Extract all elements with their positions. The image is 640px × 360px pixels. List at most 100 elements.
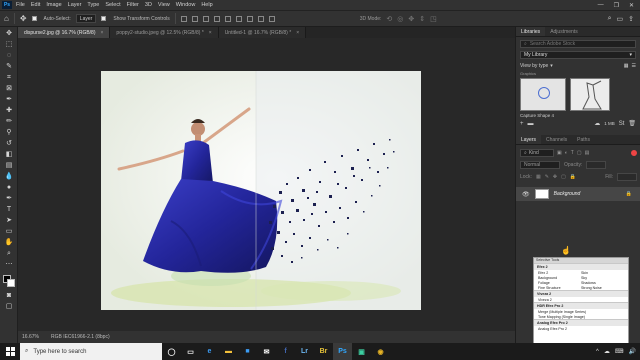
mail-icon[interactable]: ✉ (257, 343, 276, 360)
filter-type-icon[interactable]: T (571, 150, 574, 156)
task-view-icon[interactable]: ▭ (181, 343, 200, 360)
distribute-icon[interactable] (268, 15, 275, 22)
edge-icon[interactable]: e (200, 343, 219, 360)
bridge-icon[interactable]: Br (314, 343, 333, 360)
move-tool-icon[interactable]: ✥ (20, 14, 27, 23)
crop-tool-icon[interactable]: ⌗ (4, 73, 14, 83)
capture-icon[interactable]: ▣ (352, 343, 371, 360)
more-tools-icon[interactable]: ⋯ (4, 260, 14, 270)
3d-rotate-icon[interactable]: ⟲ (386, 15, 392, 23)
volume-icon[interactable]: 🔊 (629, 348, 636, 355)
menu-3d[interactable]: 3D (145, 2, 152, 8)
auto-select-dropdown[interactable]: Layer (75, 14, 97, 23)
plugin-option[interactable]: Tone Mapping (Single Image) (538, 315, 624, 319)
tab-channels[interactable]: Channels (541, 135, 572, 144)
onedrive-icon[interactable]: ☁ (604, 348, 610, 355)
chevron-down-icon[interactable]: ▾ (550, 63, 553, 69)
brush-tool-icon[interactable]: ✏ (4, 117, 14, 127)
view-by-label[interactable]: View by type (520, 63, 548, 69)
quick-select-tool-icon[interactable]: ✎ (4, 62, 14, 72)
opacity-input[interactable] (586, 161, 607, 169)
distribute-icon[interactable] (257, 15, 264, 22)
align-icon[interactable] (191, 15, 198, 22)
lock-artboard-icon[interactable]: ▢ (561, 174, 566, 180)
tray-expand-icon[interactable]: ^ (596, 349, 599, 355)
eraser-tool-icon[interactable]: ◧ (4, 150, 14, 160)
section-analog-efex-pro-2[interactable]: Analog Efex Pro 2 (534, 319, 628, 326)
close-window-button[interactable]: ✕ (629, 2, 634, 9)
library-item[interactable] (570, 78, 610, 111)
3d-roll-icon[interactable]: ◎ (397, 15, 403, 23)
dodge-tool-icon[interactable]: ● (4, 183, 14, 193)
plugin-option[interactable]: Skin (581, 271, 624, 275)
move-tool-icon[interactable]: ✥ (4, 29, 14, 39)
menu-filter[interactable]: Filter (127, 2, 139, 8)
zoom-tool-icon[interactable]: ⌕ (4, 249, 14, 259)
cortana-icon[interactable]: ◯ (162, 343, 181, 360)
facebook-icon[interactable]: f (276, 343, 295, 360)
section-viveza-2[interactable]: Viveza 2 (534, 290, 628, 297)
menu-file[interactable]: File (16, 2, 25, 8)
add-icon[interactable]: + (520, 121, 524, 127)
plugin-option[interactable]: Viveza 2 (538, 298, 624, 302)
lock-paint-icon[interactable]: ✎ (545, 174, 549, 180)
rectangle-tool-icon[interactable]: ▭ (4, 227, 14, 237)
tab-layers[interactable]: Layers (516, 135, 542, 144)
grid-view-icon[interactable]: ▦ (624, 63, 629, 69)
marquee-tool-icon[interactable]: ⬚ (4, 40, 14, 50)
filter-toggle-icon[interactable] (631, 150, 637, 156)
canvas-area[interactable] (18, 38, 515, 331)
close-tab-icon[interactable]: × (101, 30, 104, 36)
filter-pixel-icon[interactable]: ▣ (557, 150, 562, 156)
auto-select-checkbox[interactable] (31, 16, 37, 21)
plugin-option[interactable]: Analog Efex Pro 2 (538, 327, 624, 331)
tab-adjustments[interactable]: Adjustments (545, 27, 583, 36)
plugin-option[interactable]: Efex 2 (538, 271, 581, 275)
plugin-option[interactable]: Strong Noise (581, 286, 624, 290)
filter-adjust-icon[interactable]: ◐ (565, 150, 568, 156)
menu-view[interactable]: View (158, 2, 170, 8)
taskbar-search-input[interactable]: ⌕ Type here to search (20, 343, 162, 360)
stock-search-input[interactable]: ⌕ Search Adobe Stock (520, 40, 636, 48)
3d-scale-icon[interactable]: ◳ (430, 15, 437, 23)
align-icon[interactable] (235, 15, 242, 22)
transform-controls-checkbox[interactable] (101, 16, 107, 21)
screen-mode-icon[interactable]: ▢ (4, 302, 14, 312)
plugin-option[interactable]: Background (538, 276, 581, 280)
lightroom-icon[interactable]: Lr (295, 343, 314, 360)
file-explorer-icon[interactable]: ▬ (219, 343, 238, 360)
filter-smart-icon[interactable]: ▤ (585, 150, 590, 156)
document-canvas[interactable] (101, 71, 421, 310)
section-efex-2[interactable]: Efex 2 (534, 263, 628, 270)
3d-pan-icon[interactable]: ✥ (408, 15, 414, 23)
visibility-eye-icon[interactable]: 👁 (522, 191, 530, 198)
layer-kind-filter[interactable]: ⌕ Kind (520, 149, 554, 157)
healing-brush-tool-icon[interactable]: ✚ (4, 106, 14, 116)
blur-tool-icon[interactable]: 💧 (4, 172, 14, 182)
menu-help[interactable]: Help (201, 2, 212, 8)
tab-untitled-1[interactable]: Untitled-1 @ 16.7% (RGB/8) * × (218, 27, 307, 38)
cloud-icon[interactable]: ☁ (594, 120, 600, 127)
lasso-tool-icon[interactable]: ◌ (4, 51, 14, 61)
align-icon[interactable] (224, 15, 231, 22)
section-hdr-efex-pro-2[interactable]: HDR Efex Pro 2 (534, 302, 628, 309)
photoshop-icon[interactable]: Ps (333, 343, 352, 360)
plugin-option[interactable]: Sky (581, 276, 624, 280)
filter-shape-icon[interactable]: ▢ (577, 150, 582, 156)
distribute-icon[interactable] (246, 15, 253, 22)
library-item[interactable] (520, 78, 566, 111)
plugin-option[interactable]: Fine Structure (538, 286, 581, 290)
lock-move-icon[interactable]: ✥ (553, 174, 557, 180)
gradient-tool-icon[interactable]: ▤ (4, 161, 14, 171)
clone-stamp-tool-icon[interactable]: ⚲ (4, 128, 14, 138)
align-icon[interactable] (202, 15, 209, 22)
fill-input[interactable] (617, 173, 637, 181)
align-icon[interactable] (180, 15, 187, 22)
menu-select[interactable]: Select (105, 2, 120, 8)
library-select[interactable]: My Library ▾ (520, 51, 636, 59)
search-icon[interactable]: ⌕ (608, 15, 612, 23)
list-view-icon[interactable]: ☰ (632, 63, 636, 69)
minimize-button[interactable]: — (598, 2, 604, 9)
trash-icon[interactable]: 🗑 (628, 120, 636, 127)
workspace-icon[interactable]: ▭ (617, 15, 624, 23)
